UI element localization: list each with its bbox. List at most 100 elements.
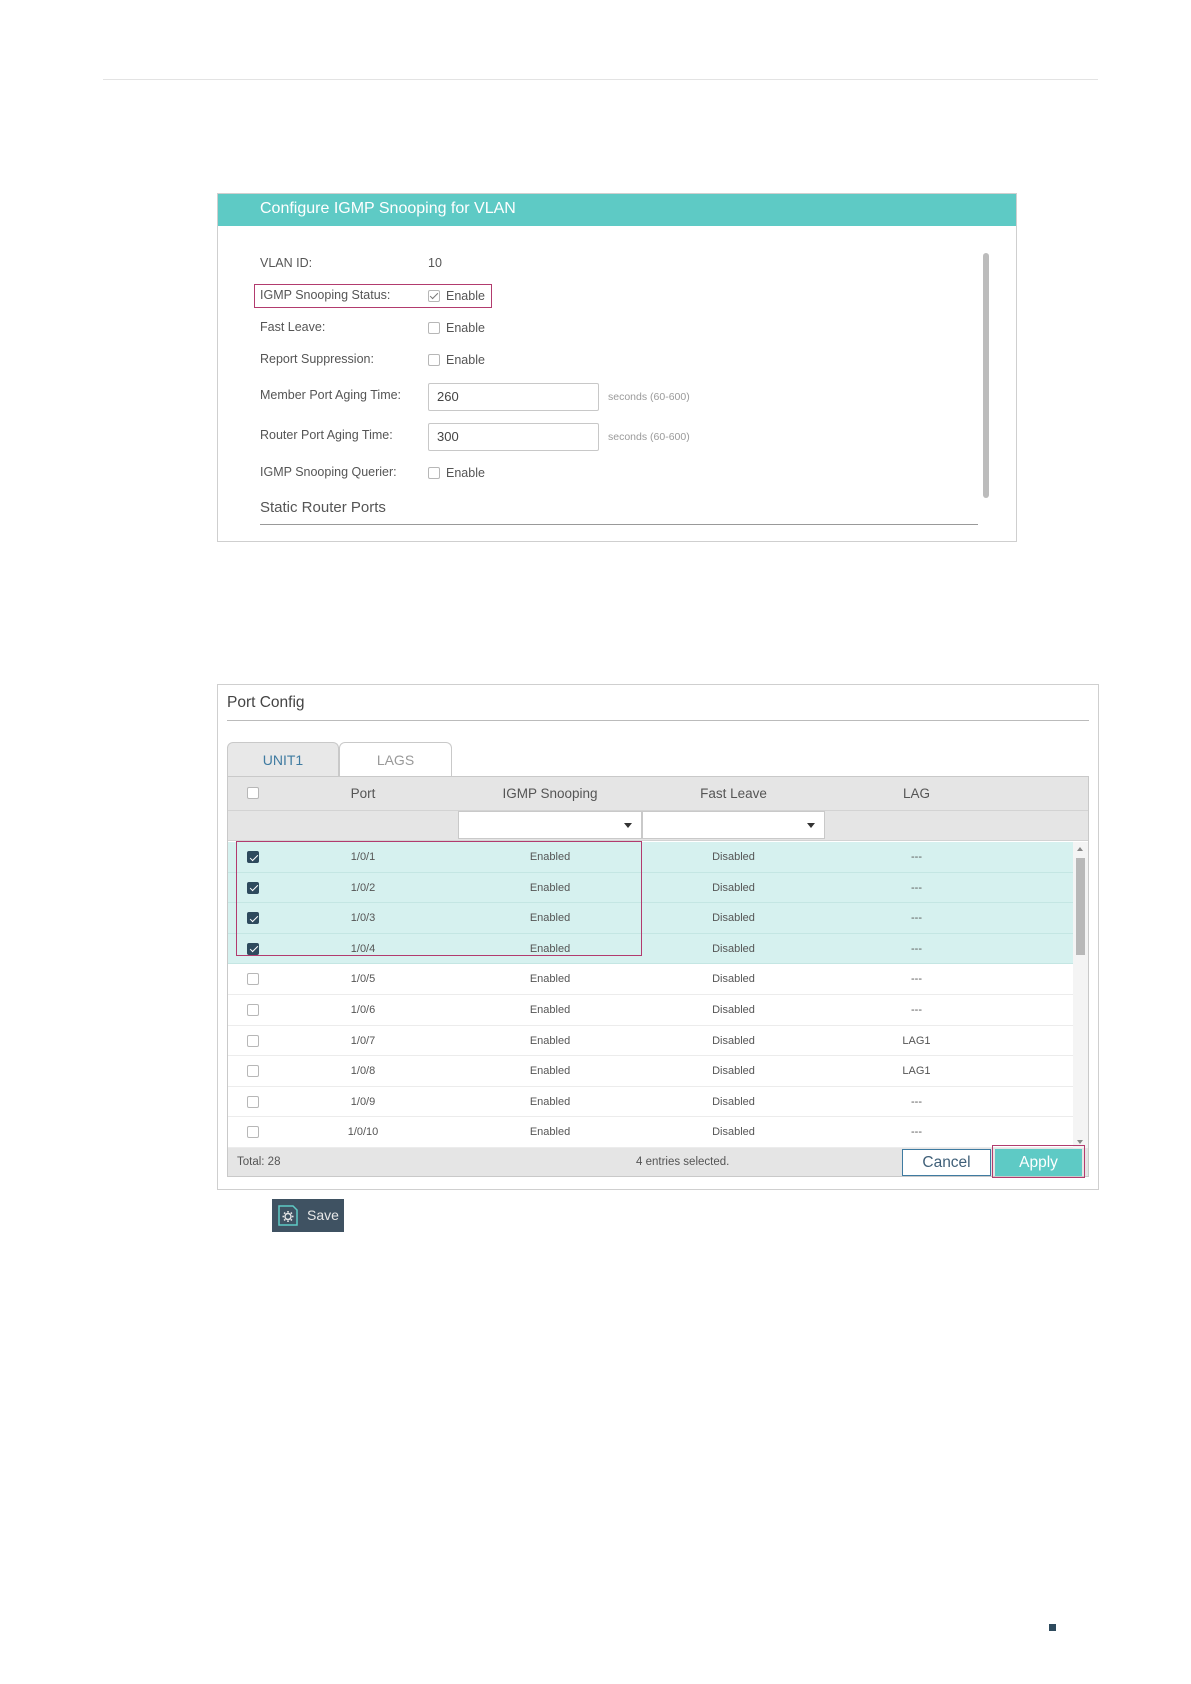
port-cell: 1/0/8 <box>350 1065 376 1078</box>
table-footer: Total: 28 4 entries selected. Cancel App… <box>228 1145 1088 1178</box>
column-header-fast-leave[interactable]: Fast Leave <box>642 777 825 811</box>
highlight-box-apply <box>992 1145 1085 1178</box>
row-checkbox[interactable] <box>247 1065 259 1078</box>
port-cell: 1/0/7 <box>350 1034 376 1047</box>
port-cell: 1/0/6 <box>350 1003 376 1016</box>
table-row[interactable]: 1/0/5 Enabled Disabled --- <box>228 964 1073 995</box>
row-checkbox[interactable] <box>247 1003 259 1016</box>
row-checkbox[interactable] <box>247 973 259 986</box>
scroll-down-icon[interactable] <box>1077 1140 1083 1144</box>
table-scrollbar[interactable] <box>1073 842 1088 1148</box>
highlight-box-igmp-status <box>254 284 492 308</box>
vlan-id-value: 10 <box>428 256 442 270</box>
chevron-down-icon <box>807 823 815 828</box>
cancel-button[interactable]: Cancel <box>902 1149 991 1176</box>
fast-leave-checkbox[interactable] <box>428 321 440 334</box>
fast-leave-label: Fast Leave: <box>260 320 326 334</box>
fast-leave-cell: Disabled <box>712 1003 755 1016</box>
table-row[interactable]: 1/0/9 Enabled Disabled --- <box>228 1087 1073 1118</box>
querier-control[interactable]: Enable <box>428 465 485 480</box>
highlight-box-selected-rows <box>236 841 642 956</box>
enable-label: Enable <box>446 320 485 335</box>
chevron-down-icon <box>624 823 632 828</box>
enable-label: Enable <box>446 465 485 480</box>
total-count: Total: 28 <box>237 1156 281 1168</box>
igmp-cell: Enabled <box>529 1034 571 1047</box>
igmp-filter-select[interactable] <box>458 811 642 839</box>
igmp-cell: Enabled <box>529 1095 571 1108</box>
fast-leave-cell: Disabled <box>712 881 755 894</box>
igmp-cell: Enabled <box>529 1126 571 1139</box>
lag-cell: --- <box>911 973 922 986</box>
panel-title: Configure IGMP Snooping for VLAN <box>218 194 1016 226</box>
querier-label: IGMP Snooping Querier: <box>260 465 397 479</box>
fast-leave-cell: Disabled <box>712 1095 755 1108</box>
save-button[interactable]: Save <box>272 1199 344 1232</box>
port-config-panel: Port Config UNIT1 LAGS Port IGMP Snoopin… <box>217 684 1099 1190</box>
column-header-port[interactable]: Port <box>268 777 458 811</box>
fast-leave-cell: Disabled <box>712 973 755 986</box>
tab-unit1[interactable]: UNIT1 <box>227 742 339 776</box>
lag-cell: --- <box>911 1003 922 1016</box>
row-checkbox[interactable] <box>247 1034 259 1047</box>
filter-row <box>228 811 1088 841</box>
lag-cell: LAG1 <box>902 1034 931 1047</box>
report-suppression-control[interactable]: Enable <box>428 352 485 367</box>
fast-leave-cell: Disabled <box>712 851 755 863</box>
querier-checkbox[interactable] <box>428 466 440 479</box>
lag-cell: --- <box>911 912 922 925</box>
save-label: Save <box>307 1207 339 1223</box>
vlan-id-label: VLAN ID: <box>260 256 313 270</box>
scroll-up-icon[interactable] <box>1077 847 1083 851</box>
column-header-igmp[interactable]: IGMP Snooping <box>458 777 642 811</box>
select-all-checkbox[interactable] <box>247 787 259 799</box>
fast-leave-control[interactable]: Enable <box>428 320 485 335</box>
table-row[interactable]: 1/0/10 Enabled Disabled --- <box>228 1117 1073 1148</box>
report-suppression-label: Report Suppression: <box>260 352 374 366</box>
member-aging-label: Member Port Aging Time: <box>260 388 402 402</box>
report-suppression-checkbox[interactable] <box>428 353 440 366</box>
fast-leave-cell: Disabled <box>712 942 755 955</box>
igmp-cell: Enabled <box>529 973 571 986</box>
page-header-rule <box>103 79 1098 80</box>
port-cell: 1/0/9 <box>350 1095 376 1108</box>
fast-leave-cell: Disabled <box>712 912 755 925</box>
column-header-lag[interactable]: LAG <box>825 777 1008 811</box>
fast-leave-cell: Disabled <box>712 1126 755 1139</box>
enable-label: Enable <box>446 352 485 367</box>
table-row[interactable]: 1/0/6 Enabled Disabled --- <box>228 995 1073 1026</box>
member-aging-input[interactable]: 260 <box>428 383 599 411</box>
router-aging-label: Router Port Aging Time: <box>260 428 393 442</box>
lag-cell: --- <box>911 1126 922 1139</box>
selection-info: 4 entries selected. <box>636 1156 730 1168</box>
title-divider <box>227 720 1089 721</box>
tab-lags[interactable]: LAGS <box>339 742 452 776</box>
router-aging-hint: seconds (60-600) <box>608 431 690 443</box>
row-checkbox[interactable] <box>247 1095 259 1108</box>
scroll-thumb[interactable] <box>1076 858 1085 955</box>
table-row[interactable]: 1/0/7 Enabled Disabled LAG1 <box>228 1026 1073 1057</box>
page-marker <box>1049 1624 1056 1631</box>
fast-leave-filter-select[interactable] <box>642 811 825 839</box>
port-table: Port IGMP Snooping Fast Leave LAG 1/0/1 E… <box>227 776 1089 1178</box>
lag-cell: --- <box>911 851 922 863</box>
table-header: Port IGMP Snooping Fast Leave LAG <box>228 777 1088 811</box>
static-router-ports-title: Static Router Ports <box>260 499 386 516</box>
lag-cell: --- <box>911 942 922 955</box>
member-aging-hint: seconds (60-600) <box>608 391 690 403</box>
igmp-cell: Enabled <box>529 1003 571 1016</box>
lag-cell: LAG1 <box>902 1065 931 1078</box>
table-row[interactable]: 1/0/8 Enabled Disabled LAG1 <box>228 1056 1073 1087</box>
router-aging-input[interactable]: 300 <box>428 423 599 451</box>
lag-cell: --- <box>911 881 922 894</box>
fast-leave-cell: Disabled <box>712 1034 755 1047</box>
row-checkbox[interactable] <box>247 1126 259 1139</box>
port-cell: 1/0/10 <box>347 1126 379 1139</box>
port-cell: 1/0/5 <box>350 973 376 986</box>
igmp-cell: Enabled <box>529 1065 571 1078</box>
panel-scrollbar[interactable] <box>983 253 989 498</box>
lag-cell: --- <box>911 1095 922 1108</box>
fast-leave-cell: Disabled <box>712 1065 755 1078</box>
port-config-title: Port Config <box>227 694 305 711</box>
vlan-config-panel: Configure IGMP Snooping for VLAN VLAN ID… <box>217 193 1017 542</box>
